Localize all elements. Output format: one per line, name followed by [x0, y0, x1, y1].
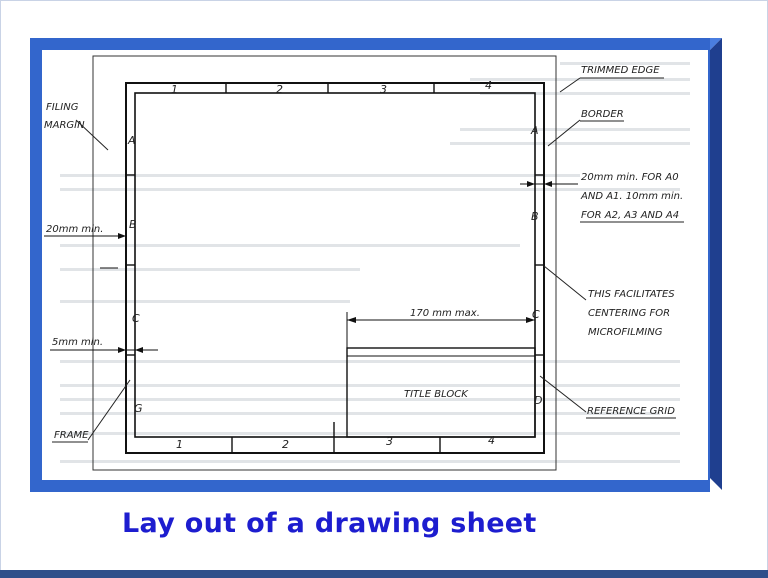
drawing-sheet-diagram: TRIMMED EDGE BORDER 20mm min. FOR A0 AND… — [30, 38, 722, 492]
grid-top-3: 3 — [380, 83, 387, 96]
grid-top-4: 4 — [485, 79, 492, 92]
slide: TRIMMED EDGE BORDER 20mm min. FOR A0 AND… — [0, 0, 768, 578]
label-centering-3: MICROFILMING — [588, 327, 663, 338]
label-filing-1: FILING — [46, 102, 79, 113]
grid-bottom-1: 1 — [176, 438, 183, 451]
label-note-line-1: 20mm min. FOR A0 — [581, 172, 679, 183]
label-reference-grid: REFERENCE GRID — [587, 406, 675, 417]
grid-left-a: A — [127, 134, 136, 147]
label-filing-2: MARGIN — [44, 120, 85, 131]
grid-left-c: C — [132, 312, 140, 325]
label-170mm-max: 170 mm max. — [410, 308, 480, 319]
label-frame: FRAME — [54, 430, 89, 441]
grid-left-b: B — [129, 218, 137, 231]
bottom-strip — [0, 570, 768, 578]
label-note-line-2: AND A1. 10mm min. — [580, 191, 683, 202]
label-5mm-min: 5mm min. — [52, 337, 103, 348]
label-centering-1: THIS FACILITATES — [588, 289, 675, 300]
grid-top-2: 2 — [276, 83, 283, 96]
grid-right-d: D — [534, 394, 542, 407]
grid-right-b: B — [531, 210, 539, 223]
grid-top-1: 1 — [171, 83, 178, 96]
label-trimmed-edge: TRIMMED EDGE — [581, 65, 660, 76]
label-20mm-min: 20mm min. — [46, 224, 103, 235]
grid-right-a: A — [530, 124, 539, 137]
label-title-block: TITLE BLOCK — [404, 389, 469, 400]
panel-bevel-right — [710, 38, 722, 490]
grid-bottom-2: 2 — [282, 438, 289, 451]
label-border: BORDER — [581, 109, 624, 120]
grid-bottom-4: 4 — [488, 434, 495, 447]
label-centering-2: CENTERING FOR — [588, 308, 670, 319]
label-note-line-3: FOR A2, A3 AND A4 — [581, 210, 679, 221]
grid-left-g: G — [134, 402, 143, 415]
slide-caption: Lay out of a drawing sheet — [122, 508, 537, 539]
grid-bottom-3: 3 — [386, 435, 393, 448]
grid-right-c: C — [532, 308, 540, 321]
